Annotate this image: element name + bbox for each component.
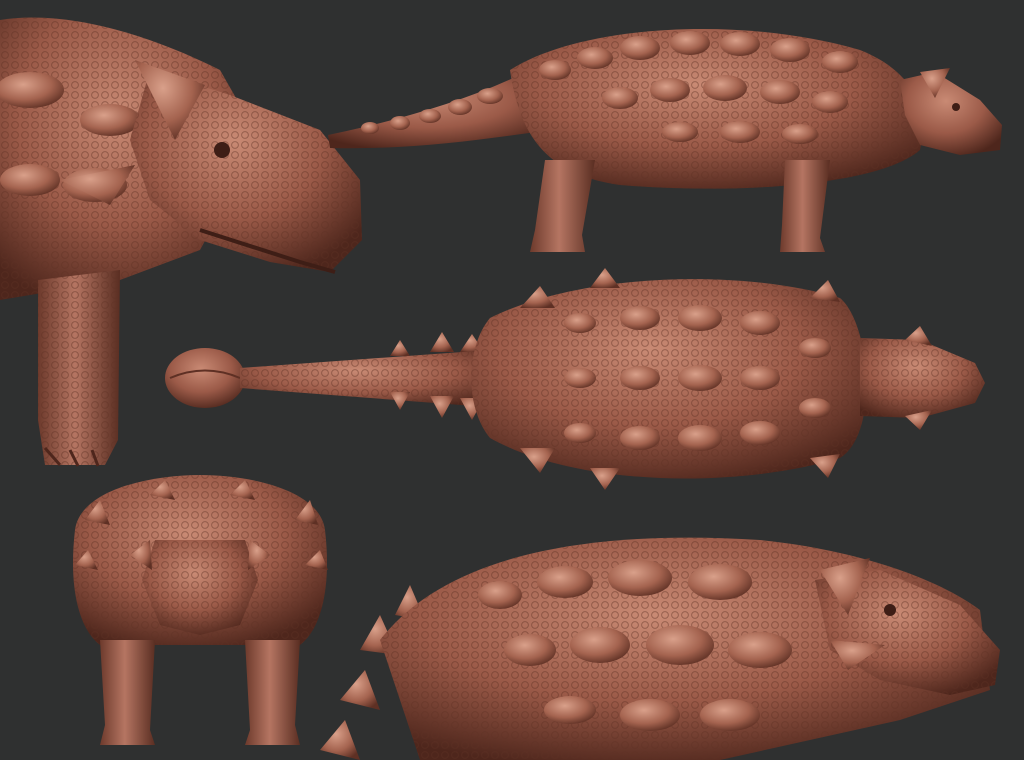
three-quarter-view: [320, 537, 1000, 760]
front-leg-shape: [38, 270, 120, 467]
hind-leg-shape: [530, 160, 595, 252]
tail-club-shape: [165, 348, 245, 408]
tail-shaft-shape: [240, 332, 500, 420]
side-profile-view: [328, 28, 1002, 252]
front-legs-shape: [100, 640, 300, 745]
front-view: [72, 475, 328, 745]
turnaround-canvas: [0, 0, 1024, 760]
side-eye-shape: [952, 103, 960, 111]
top-head-shape: [860, 326, 985, 430]
top-down-view: [165, 268, 985, 490]
tq-eye-shape: [884, 604, 896, 616]
fore-leg-shape: [780, 160, 830, 252]
eye-shape: [214, 142, 230, 158]
